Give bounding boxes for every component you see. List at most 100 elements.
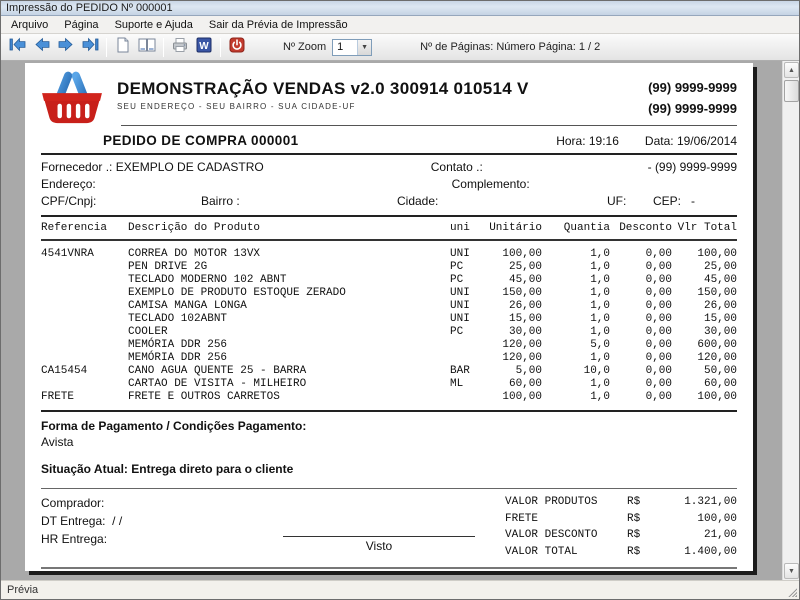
power-exit-icon: [229, 37, 245, 58]
cell-vlr-total: 600,00: [672, 339, 737, 352]
scroll-down-button[interactable]: ▼: [784, 563, 799, 579]
cell-uni: [450, 352, 484, 365]
vertical-scrollbar[interactable]: ▲ ▼: [782, 61, 799, 580]
cell-referencia: [41, 378, 128, 391]
menu-suporte[interactable]: Suporte e Ajuda: [107, 18, 201, 32]
cell-unitario: 45,00: [484, 274, 542, 287]
col-desconto: Desconto: [610, 222, 672, 234]
previous-page-icon: [34, 37, 50, 57]
total-label: VALOR TOTAL: [505, 544, 627, 561]
scroll-up-button[interactable]: ▲: [784, 62, 799, 78]
col-uni: uni: [450, 222, 484, 234]
close-preview-button[interactable]: [225, 37, 249, 58]
document-header: DEMONSTRAÇÃO VENDAS v2.0 300914 010514 V…: [41, 69, 737, 125]
cell-referencia: [41, 300, 128, 313]
cidade-label: Cidade:: [397, 193, 607, 210]
menu-arquivo[interactable]: Arquivo: [3, 18, 56, 32]
cell-unitario: 120,00: [484, 352, 542, 365]
cell-unitario: 15,00: [484, 313, 542, 326]
zoom-dropdown-button[interactable]: ▼: [357, 40, 371, 55]
table-row: CAMISA MANGA LONGA UNI 26,00 1,0 0,00 26…: [41, 300, 737, 313]
zoom-select[interactable]: 1 ▼: [332, 39, 372, 56]
last-page-button[interactable]: [78, 37, 102, 58]
total-currency: R$: [627, 527, 653, 544]
cell-vlr-total: 120,00: [672, 352, 737, 365]
cell-descricao: TECLADO MODERNO 102 ABNT: [128, 274, 450, 287]
title-bar[interactable]: Impressão do PEDIDO Nº 000001: [1, 1, 799, 16]
table-row: 4541VNRA CORREA DO MOTOR 13VX UNI 100,00…: [41, 248, 737, 261]
complemento-label: Complemento:: [452, 176, 530, 193]
cell-desconto: 0,00: [610, 391, 672, 404]
table-row: FRETE FRETE E OUTROS CARRETOS 100,00 1,0…: [41, 391, 737, 404]
cell-referencia: [41, 261, 128, 274]
bairro-label: Bairro :: [201, 193, 397, 210]
company-title: DEMONSTRAÇÃO VENDAS v2.0 300914 010514 V: [117, 79, 529, 99]
table-row: PEN DRIVE 2G PC 25,00 1,0 0,00 25,00: [41, 261, 737, 274]
phone-2: (99) 9999-9999: [648, 98, 737, 119]
cell-desconto: 0,00: [610, 300, 672, 313]
cell-quantia: 1,0: [542, 287, 610, 300]
cell-referencia: CA15454: [41, 365, 128, 378]
payment-rule: [41, 488, 737, 489]
cell-descricao: FRETE E OUTROS CARRETOS: [128, 391, 450, 404]
cell-referencia: [41, 326, 128, 339]
total-row: FRETE R$ 100,00: [505, 511, 737, 528]
cell-desconto: 0,00: [610, 326, 672, 339]
cell-quantia: 1,0: [542, 261, 610, 274]
cell-uni: ML: [450, 378, 484, 391]
single-page-view-button[interactable]: [111, 37, 135, 58]
order-time: Hora: 19:16: [556, 134, 619, 148]
total-label: VALOR DESCONTO: [505, 527, 627, 544]
preview-area: DEMONSTRAÇÃO VENDAS v2.0 300914 010514 V…: [1, 61, 799, 580]
next-page-button[interactable]: [54, 37, 78, 58]
cell-referencia: [41, 274, 128, 287]
cell-desconto: 0,00: [610, 287, 672, 300]
toolbar-separator: [220, 38, 221, 57]
first-page-button[interactable]: [6, 37, 30, 58]
cell-uni: UNI: [450, 287, 484, 300]
cell-desconto: 0,00: [610, 248, 672, 261]
previous-page-button[interactable]: [30, 37, 54, 58]
total-row: VALOR DESCONTO R$ 21,00: [505, 527, 737, 544]
cell-unitario: 150,00: [484, 287, 542, 300]
menu-sair-previa[interactable]: Sair da Prévia de Impressão: [201, 18, 356, 32]
cell-unitario: 100,00: [484, 248, 542, 261]
cell-referencia: [41, 352, 128, 365]
status-text: Prévia: [7, 584, 38, 596]
table-header: Referencia Descrição do Produto uni Unit…: [41, 217, 737, 239]
totals-block: VALOR PRODUTOS R$ 1.321,00 FRETE R$ 100,…: [505, 494, 737, 560]
cell-descricao: CARTAO DE VISITA - MILHEIRO: [128, 378, 450, 391]
cell-vlr-total: 25,00: [672, 261, 737, 274]
pages-info: Nº de Páginas: Número Página: 1 / 2: [420, 41, 600, 53]
printer-icon: [172, 37, 188, 58]
table-row: CA15454 CANO AGUA QUENTE 25 - BARRA BAR …: [41, 365, 737, 378]
table-body: 4541VNRA CORREA DO MOTOR 13VX UNI 100,00…: [41, 241, 737, 410]
endereco-label: Endereço:: [41, 176, 452, 193]
company-phones: (99) 9999-9999 (99) 9999-9999: [648, 69, 737, 120]
total-currency: R$: [627, 544, 653, 561]
col-referencia: Referencia: [41, 222, 128, 234]
document-page: DEMONSTRAÇÃO VENDAS v2.0 300914 010514 V…: [25, 63, 753, 571]
resize-grip[interactable]: [786, 586, 797, 597]
cell-uni: PC: [450, 274, 484, 287]
cell-vlr-total: 100,00: [672, 248, 737, 261]
toolbar-separator: [163, 38, 164, 57]
visto-label: Visto: [366, 539, 392, 553]
cell-quantia: 1,0: [542, 391, 610, 404]
export-word-button[interactable]: W: [192, 37, 216, 58]
table-row: EXEMPLO DE PRODUTO ESTOQUE ZERADO UNI 15…: [41, 287, 737, 300]
total-value: 100,00: [653, 511, 737, 528]
table-row: COOLER PC 30,00 1,0 0,00 30,00: [41, 326, 737, 339]
bottom-section: Comprador: DT Entrega: / / HR Entrega: V…: [41, 494, 737, 560]
cell-uni: PC: [450, 261, 484, 274]
supplier-info: Fornecedor .: EXEMPLO DE CADASTRO Contat…: [41, 155, 737, 215]
menu-pagina[interactable]: Página: [56, 18, 106, 32]
scrollbar-thumb[interactable]: [784, 80, 799, 102]
cell-vlr-total: 26,00: [672, 300, 737, 313]
total-label: VALOR PRODUTOS: [505, 494, 627, 511]
cell-uni: UNI: [450, 300, 484, 313]
total-value: 1.400,00: [653, 544, 737, 561]
cell-descricao: COOLER: [128, 326, 450, 339]
print-button[interactable]: [168, 37, 192, 58]
two-pages-view-button[interactable]: [135, 37, 159, 58]
